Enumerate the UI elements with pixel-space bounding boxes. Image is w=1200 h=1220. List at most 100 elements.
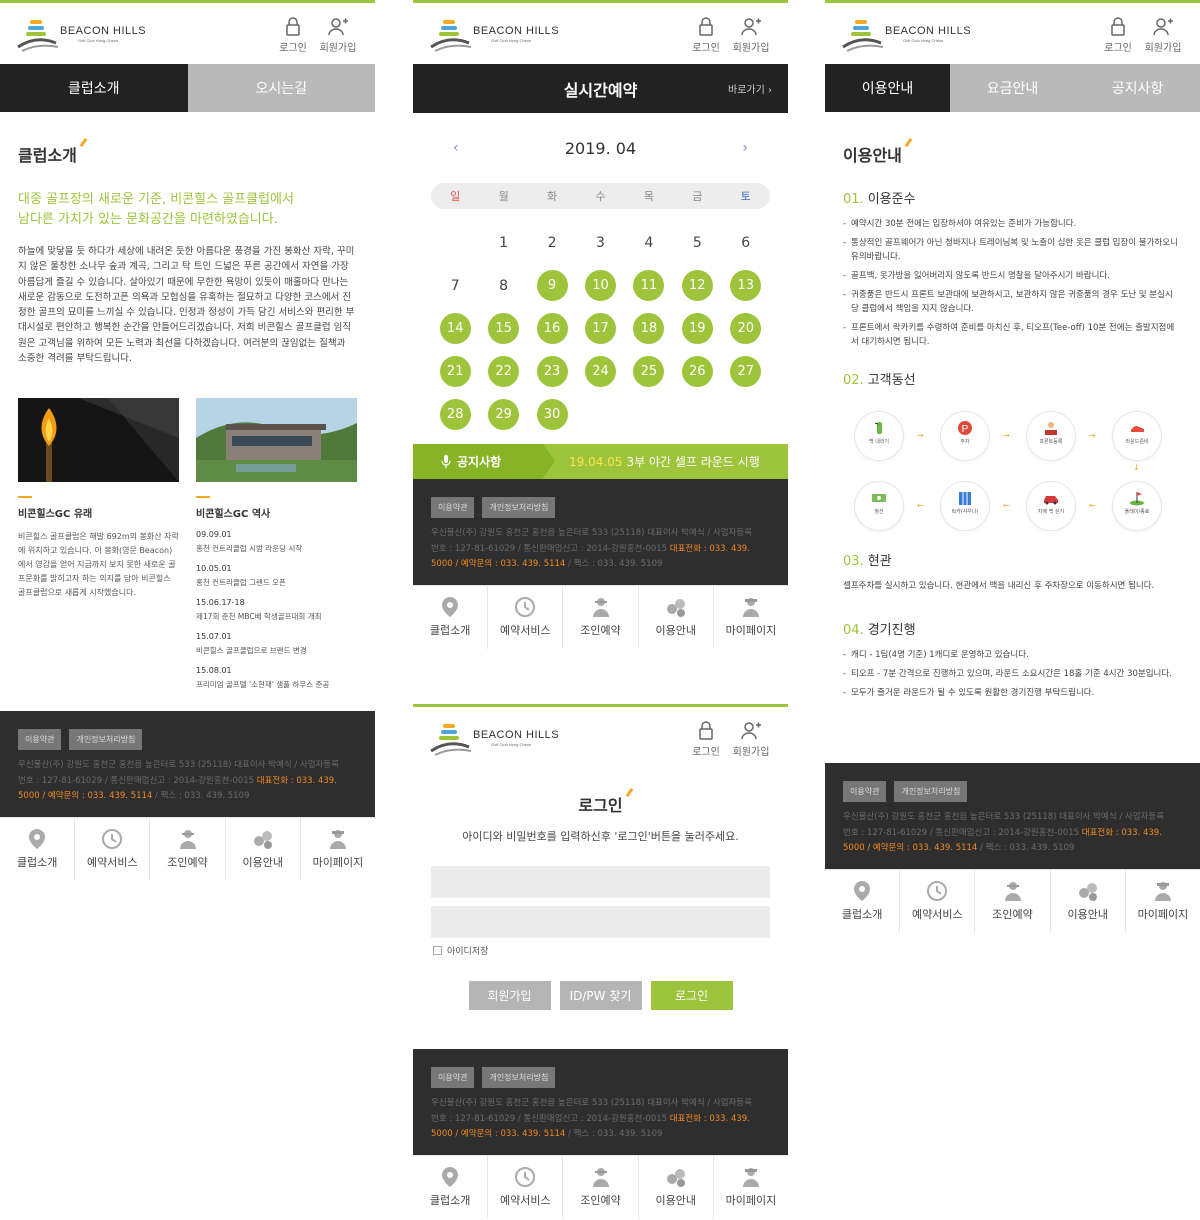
logo[interactable]: BEACON HILLS Golf Club Hong Cheon (16, 17, 176, 57)
nav-club[interactable]: 클럽소개 (0, 817, 76, 881)
nav-join[interactable]: 조인예약 (563, 585, 639, 649)
tab-fees[interactable]: 요금안내 (950, 64, 1075, 112)
nav-guide[interactable]: 이용안내 (1051, 869, 1126, 933)
remember-id[interactable]: 아이디저장 (433, 944, 768, 957)
lock-icon (1111, 17, 1125, 36)
nav-reserve[interactable]: 예약서비스 (900, 869, 976, 933)
nav-mypage[interactable]: 마이페이지 (1126, 870, 1200, 933)
nav-mypage[interactable]: 마이페이지 (714, 586, 788, 649)
site-footer: 이용약관 개인정보처리방침 우신물산(주) 강원도 홍천군 홍천읍 높은터로 5… (0, 711, 375, 817)
available-day[interactable]: 21 (431, 356, 479, 387)
nav-join[interactable]: 조인예약 (975, 869, 1051, 933)
available-day[interactable]: 16 (528, 313, 576, 344)
logo[interactable]: BEACON HILLS Golf Club Hong Cheon (429, 721, 589, 761)
available-day[interactable]: 24 (576, 356, 624, 387)
tab-club-intro[interactable]: 클럽소개 (0, 64, 188, 112)
login-screen: BEACON HILLS Golf Club Hong Cheon 로그인 회원… (413, 704, 788, 1220)
available-day[interactable]: 12 (673, 270, 721, 301)
nav-club[interactable]: 클럽소개 (413, 585, 489, 649)
available-day[interactable]: 9 (528, 270, 576, 301)
join-link[interactable]: 회원가입 (728, 17, 774, 54)
nav-reserve[interactable]: 예약서비스 (75, 817, 151, 881)
join-link[interactable]: 회원가입 (315, 17, 361, 54)
id-input[interactable] (431, 866, 770, 898)
golfer-icon (179, 829, 196, 849)
nav-mypage[interactable]: 마이페이지 (714, 1156, 788, 1219)
shortcut-link[interactable]: 바로가기 › (728, 81, 772, 96)
notice-bar[interactable]: 공지사항 19.04.05 3부 야간 셀프 라운드 시행 (413, 444, 788, 479)
available-day[interactable]: 17 (576, 313, 624, 344)
login-button[interactable]: 로그인 (650, 981, 733, 1010)
nav-join[interactable]: 조인예약 (563, 1155, 639, 1219)
login-link[interactable]: 로그인 (684, 721, 728, 758)
find-idpw-button[interactable]: ID/PW 찾기 (559, 981, 642, 1010)
available-day[interactable]: 27 (722, 356, 770, 387)
privacy-link[interactable]: 개인정보처리방침 (894, 781, 968, 802)
available-day[interactable]: 18 (625, 313, 673, 344)
available-day[interactable]: 30 (528, 399, 576, 430)
golfer-icon (592, 597, 609, 617)
nav-club[interactable]: 클럽소개 (413, 1155, 489, 1219)
prev-month-button[interactable]: ‹ (453, 140, 459, 156)
flow-arrow: ← (1089, 501, 1096, 510)
logo[interactable]: BEACON HILLS Golf Club Hong Cheon (429, 17, 589, 57)
available-day[interactable]: 26 (673, 356, 721, 387)
terms-link[interactable]: 이용약관 (431, 497, 475, 518)
login-label: 로그인 (692, 43, 720, 54)
terms-link[interactable]: 이용약관 (843, 781, 887, 802)
club-intro-screen: BEACON HILLS Golf Club Hong Cheon 로그인 회원… (0, 0, 375, 1220)
available-day[interactable]: 13 (722, 270, 770, 301)
login-label: 로그인 (279, 43, 307, 54)
login-link[interactable]: 로그인 (1096, 17, 1140, 54)
logo[interactable]: BEACON HILLS Golf Club Hong Cheon (841, 17, 1001, 57)
remember-checkbox[interactable] (433, 946, 442, 955)
privacy-link[interactable]: 개인정보처리방침 (482, 1067, 556, 1088)
nav-reserve[interactable]: 예약서비스 (488, 585, 564, 649)
terms-link[interactable]: 이용약관 (431, 1067, 475, 1088)
flow-arrow: → (1089, 431, 1096, 440)
tab-directions[interactable]: 오시는길 (187, 64, 375, 112)
golfer-icon (1004, 881, 1021, 901)
available-day[interactable]: 28 (431, 399, 479, 430)
available-day[interactable]: 11 (625, 270, 673, 301)
tab-guide[interactable]: 이용안내 (825, 64, 950, 112)
golf-balls-icon (253, 830, 272, 849)
available-day[interactable]: 10 (576, 270, 624, 301)
nav-club[interactable]: 클럽소개 (825, 869, 901, 933)
terms-link[interactable]: 이용약관 (18, 729, 62, 750)
available-day[interactable]: 20 (722, 313, 770, 344)
next-month-button[interactable]: › (742, 140, 748, 156)
origin-card: 비콘힐스GC 유래 비콘힐스 골프클럽은 해발 692m의 봉화산 자락에 위치… (18, 398, 179, 690)
available-day[interactable]: 22 (479, 356, 527, 387)
origin-title: 비콘힐스GC 유래 (18, 509, 93, 521)
available-day[interactable]: 15 (479, 313, 527, 344)
join-link[interactable]: 회원가입 (728, 721, 774, 758)
login-link[interactable]: 로그인 (271, 17, 315, 54)
available-day[interactable]: 14 (431, 313, 479, 344)
nav-guide[interactable]: 이용안내 (639, 1155, 714, 1219)
join-link[interactable]: 회원가입 (1140, 17, 1186, 54)
privacy-link[interactable]: 개인정보처리방침 (482, 497, 556, 518)
join-button[interactable]: 회원가입 (468, 981, 551, 1010)
golf-balls-icon (666, 598, 685, 617)
available-day[interactable]: 23 (528, 356, 576, 387)
nav-join[interactable]: 조인예약 (150, 817, 226, 881)
available-day[interactable]: 29 (479, 399, 527, 430)
clock-icon (927, 880, 948, 901)
nav-guide[interactable]: 이용안내 (226, 817, 301, 881)
password-input[interactable] (431, 906, 770, 938)
company-info: 우신물산(주) 강원도 홍천군 홍천읍 높은터로 533 (25118) 대표이… (843, 812, 1165, 853)
privacy-link[interactable]: 개인정보처리방침 (69, 729, 143, 750)
login-link[interactable]: 로그인 (684, 17, 728, 54)
play-list: 캐디 - 1팀(4명 기준) 1캐디로 운영하고 있습니다. 티오프 - 7분 … (843, 648, 1182, 700)
front-desk-icon (1045, 422, 1057, 435)
nav-reserve[interactable]: 예약서비스 (488, 1155, 564, 1219)
available-day[interactable]: 19 (673, 313, 721, 344)
nav-guide[interactable]: 이용안내 (639, 585, 714, 649)
add-user-icon (741, 18, 761, 36)
flow-arrow: → (917, 431, 924, 440)
history-list: 09.09.01 홍천 컨트리클럽 시범 라운딩 시작 10.05.01 홍천 컨트… (196, 530, 330, 690)
nav-mypage[interactable]: 마이페이지 (301, 818, 375, 881)
available-day[interactable]: 25 (625, 356, 673, 387)
tab-notice[interactable]: 공지사항 (1075, 64, 1200, 112)
